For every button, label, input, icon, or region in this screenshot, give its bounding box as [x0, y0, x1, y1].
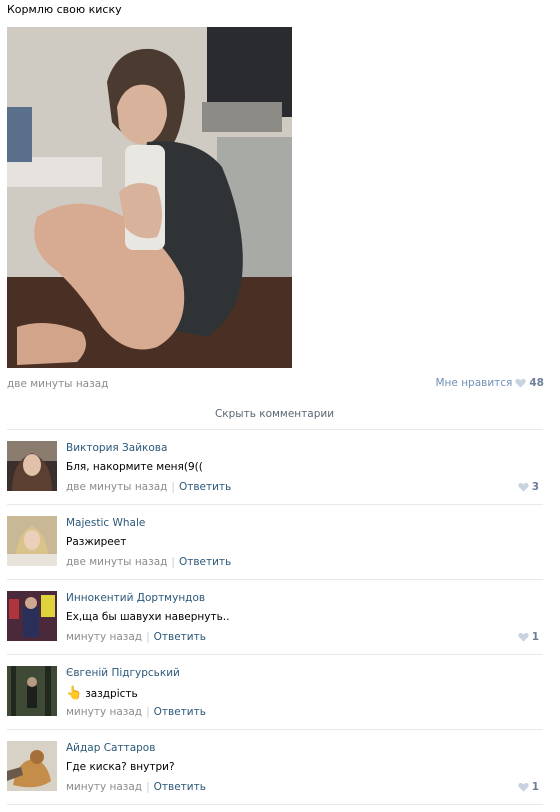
avatar-image: [7, 666, 57, 716]
avatar[interactable]: [7, 741, 57, 791]
post-photo[interactable]: [7, 27, 292, 368]
comment-author[interactable]: Айдар Саттаров: [66, 742, 155, 754]
comment-author[interactable]: Виктория Зайкова: [66, 442, 167, 454]
comment-meta: две минуты назад | Ответить: [66, 556, 231, 568]
separator: [7, 504, 543, 505]
avatar[interactable]: [7, 441, 57, 491]
comment-like-button[interactable]: 1: [518, 631, 539, 643]
comment-text: Где киска? внутри?: [66, 761, 175, 773]
heart-icon: [515, 378, 527, 388]
comment-text-content: заздрість: [85, 687, 138, 700]
comment-time[interactable]: две минуты назад: [66, 481, 167, 493]
comment-time[interactable]: минуту назад: [66, 631, 142, 643]
post-like-button[interactable]: Мне нравится 48: [435, 377, 544, 389]
comment-time[interactable]: минуту назад: [66, 781, 142, 793]
hide-comments-link[interactable]: Скрыть комментарии: [0, 408, 549, 420]
post-photo-graphic: [7, 27, 292, 368]
comment-text-content: Где киска? внутри?: [66, 761, 175, 773]
heart-icon: [518, 482, 529, 492]
comment-text: Разжиреет: [66, 536, 126, 548]
comment-like-count: 3: [531, 481, 539, 493]
reply-link[interactable]: Ответить: [154, 706, 206, 718]
divider: |: [146, 631, 150, 643]
post-text: Кормлю свою киску: [7, 3, 122, 16]
comment-item: Айдар Саттаров Где киска? внутри? минуту…: [7, 741, 543, 801]
pointing-hand-icon: 👆: [66, 686, 83, 701]
divider: |: [171, 481, 175, 493]
comment-meta: минуту назад | Ответить: [66, 631, 206, 643]
reply-link[interactable]: Ответить: [154, 781, 206, 793]
comment-text-content: Ех,ща бы шавухи навернуть..: [66, 611, 230, 623]
separator: [7, 429, 543, 430]
avatar[interactable]: [7, 666, 57, 716]
separator: [7, 579, 543, 580]
avatar-image: [7, 741, 57, 791]
comment-meta: две минуты назад | Ответить: [66, 481, 231, 493]
avatar-image: [7, 516, 57, 566]
heart-icon: [518, 782, 529, 792]
avatar-image: [7, 591, 57, 641]
comment-text-content: Разжиреет: [66, 536, 127, 548]
separator: [7, 654, 543, 655]
comment-time[interactable]: две минуты назад: [66, 556, 167, 568]
divider: |: [146, 781, 150, 793]
comment-text-content: Бля, накормите меня(9((: [66, 461, 203, 473]
comment-like-count: 1: [531, 631, 539, 643]
avatar-image: [7, 441, 57, 491]
comment-text: 👆 заздрість: [66, 686, 138, 701]
comment-item: Євгеній Підгурський 👆 заздрість минуту н…: [7, 666, 543, 726]
comment-meta: минуту назад | Ответить: [66, 781, 206, 793]
comment-time[interactable]: минуту назад: [66, 706, 142, 718]
like-count: 48: [529, 377, 544, 389]
comment-text: Бля, накормите меня(9((: [66, 461, 203, 473]
comment-author[interactable]: Євгеній Підгурський: [66, 667, 180, 679]
comment-like-count: 1: [531, 781, 539, 793]
avatar[interactable]: [7, 591, 57, 641]
reply-link[interactable]: Ответить: [179, 481, 231, 493]
comment-like-button[interactable]: 3: [518, 481, 539, 493]
heart-icon: [518, 632, 529, 642]
divider: |: [146, 706, 150, 718]
divider: |: [171, 556, 175, 568]
comment-author[interactable]: Majestic Whale: [66, 517, 145, 529]
comment-like-button[interactable]: 1: [518, 781, 539, 793]
post-time[interactable]: две минуты назад: [7, 378, 108, 390]
avatar[interactable]: [7, 516, 57, 566]
comment-meta: минуту назад | Ответить: [66, 706, 206, 718]
comment-text: Ех,ща бы шавухи навернуть..: [66, 611, 229, 623]
reply-link[interactable]: Ответить: [154, 631, 206, 643]
separator: [7, 804, 543, 805]
reply-link[interactable]: Ответить: [179, 556, 231, 568]
separator: [7, 729, 543, 730]
post-meta: две минуты назад Мне нравится 48: [7, 377, 544, 391]
comment-author[interactable]: Иннокентий Дортмундов: [66, 592, 205, 604]
comment-item: Majestic Whale Разжиреет две минуты наза…: [7, 516, 543, 576]
comment-item: Иннокентий Дортмундов Ех,ща бы шавухи на…: [7, 591, 543, 651]
like-label[interactable]: Мне нравится: [435, 377, 512, 389]
comment-item: Виктория Зайкова Бля, накормите меня(9((…: [7, 441, 543, 501]
